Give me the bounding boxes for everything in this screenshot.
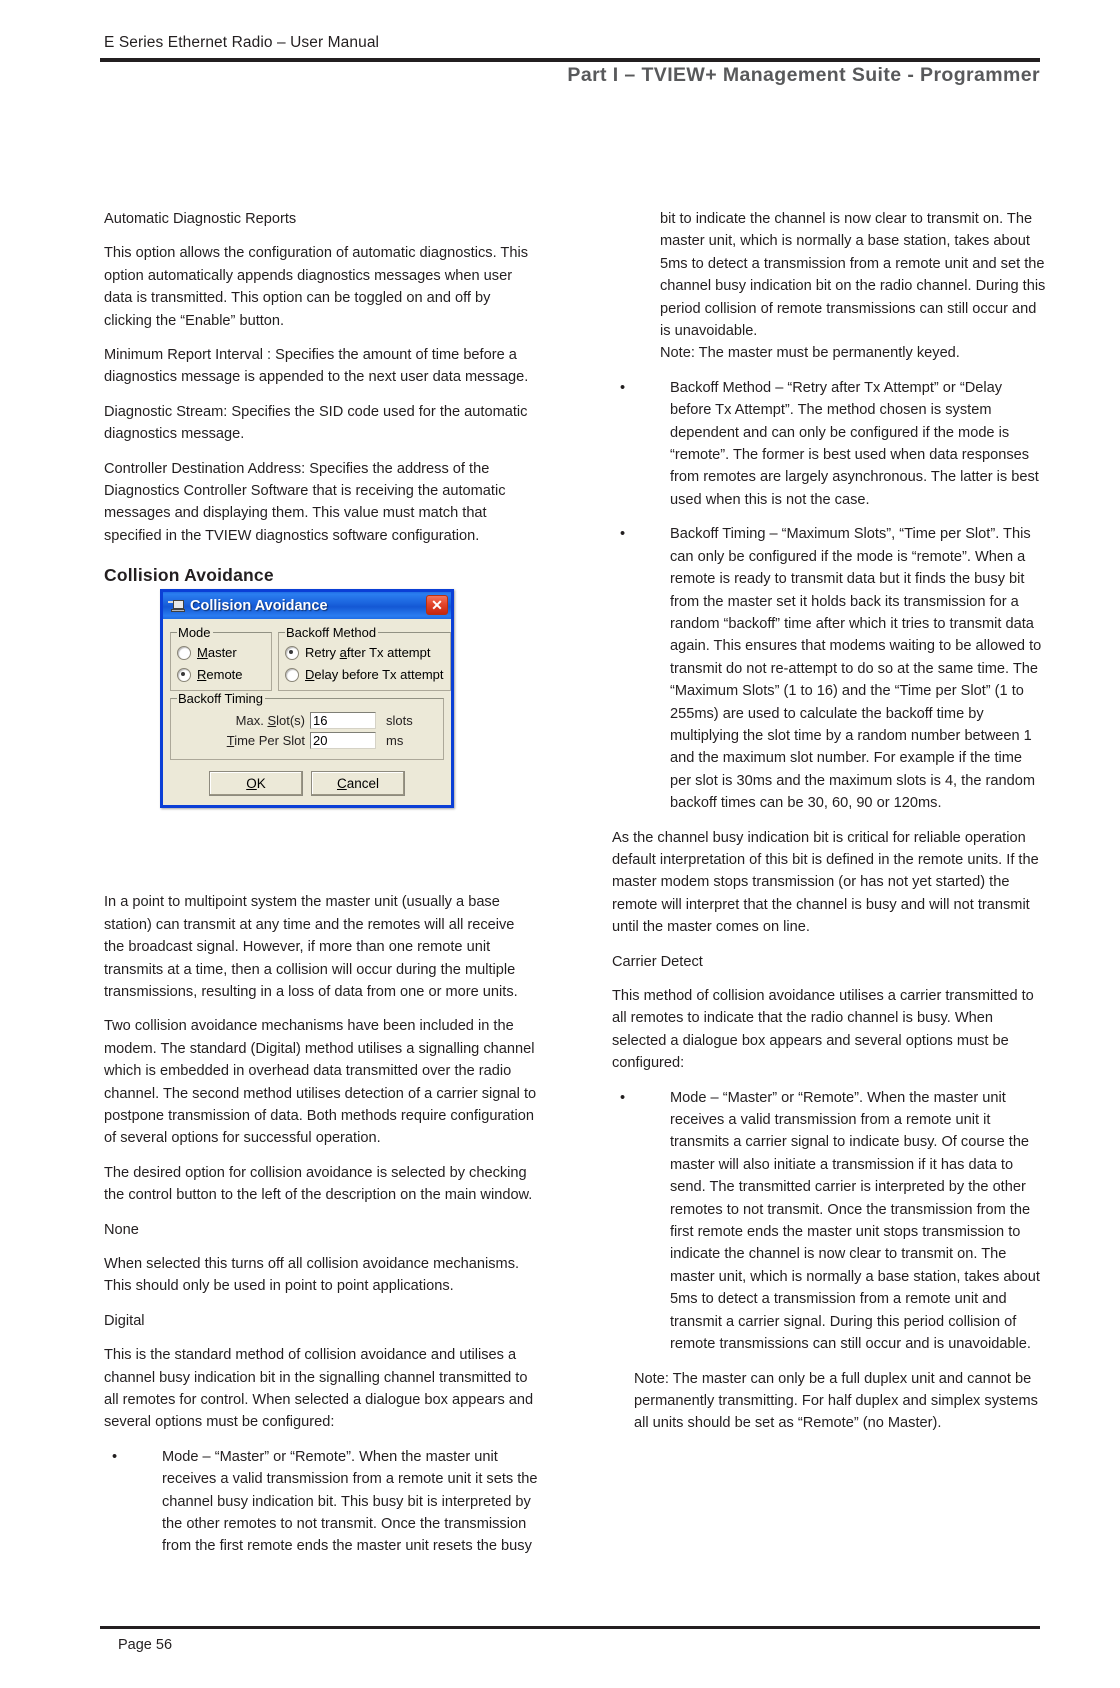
label-pre: Max.: [235, 713, 268, 728]
dialog-titlebar[interactable]: Collision Avoidance ✕: [163, 592, 451, 619]
dialog-top-row: Mode Master Remote Backoff Method Retry …: [170, 625, 451, 691]
radio-mode-remote[interactable]: Remote: [177, 667, 265, 682]
label-rest: ime Per Slot: [234, 733, 305, 748]
backoff-timing-group-label: Backoff Timing: [177, 691, 265, 706]
list-item: • Mode – “Master” or “Remote”. When the …: [104, 1446, 538, 1558]
bullet-list-digital: • Mode – “Master” or “Remote”. When the …: [104, 1446, 538, 1558]
max-slots-input[interactable]: 16: [310, 712, 376, 729]
radio-mode-master-label: Master: [197, 645, 237, 660]
subhead-none: None: [104, 1221, 139, 1238]
mode-group-label: Mode: [178, 625, 211, 640]
accel-char: D: [305, 667, 315, 682]
paragraph-desired-option: The desired option for collision avoidan…: [104, 1164, 533, 1204]
close-icon[interactable]: ✕: [426, 595, 448, 615]
ok-button[interactable]: OK: [209, 771, 303, 796]
paragraph-point-to-multipoint: In a point to multipoint system the mast…: [104, 894, 518, 1000]
paragraph-carrier-detect: This method of collision avoidance utili…: [612, 988, 1034, 1072]
subhead-carrier-detect: Carrier Detect: [612, 953, 703, 970]
label-rest: fter Tx attempt: [346, 645, 431, 660]
accel-char: M: [197, 645, 208, 660]
dialog-body: Mode Master Remote Backoff Method Retry …: [163, 619, 451, 805]
list-item: • Mode – “Master” or “Remote”. When the …: [612, 1087, 1046, 1356]
dialog-button-row: OK Cancel: [170, 771, 444, 796]
time-per-slot-label: Time Per Slot: [177, 733, 310, 748]
paragraph-continued-block: bit to indicate the channel is now clear…: [612, 208, 1046, 365]
document-page: E Series Ethernet Radio – User Manual Pa…: [0, 0, 1120, 1688]
radio-mode-remote-label: Remote: [197, 667, 243, 682]
bullet-icon: •: [112, 1448, 118, 1465]
page-number: Page 56: [118, 1637, 173, 1653]
figure-collision-avoidance-dialog: Collision Avoidance ✕ Mode Master Remote: [160, 589, 454, 808]
label-pre: Retry: [305, 645, 340, 660]
paragraph-digital: This is the standard method of collision…: [104, 1347, 534, 1431]
paragraph-automatic-diagnostics: This option allows the configuration of …: [104, 245, 528, 329]
list-item-text: Mode – “Master” or “Remote”. When the ma…: [670, 1089, 1040, 1353]
time-per-slot-row: Time Per Slot 20 ms: [177, 732, 437, 749]
accel-char: O: [246, 776, 257, 791]
radio-icon-selected[interactable]: [177, 667, 191, 682]
accel-char: a: [339, 645, 347, 660]
label-rest: emote: [206, 667, 243, 682]
application-window-icon: [168, 597, 186, 615]
bullet-icon: •: [620, 526, 626, 543]
bullet-list-carrier: • Mode – “Master” or “Remote”. When the …: [612, 1087, 1046, 1356]
label-rest: K: [256, 776, 266, 791]
max-slots-unit: slots: [386, 713, 413, 728]
label-pre: Backoff Timin: [178, 691, 256, 706]
subhead-digital: Digital: [104, 1312, 145, 1329]
accel-char: R: [197, 667, 207, 682]
accel-char: S: [267, 713, 277, 728]
backoff-timing-group: Backoff Timing Max. Slot(s) 16 slots Tim…: [170, 691, 444, 760]
right-column: bit to indicate the channel is now clear…: [612, 208, 1046, 1447]
radio-delay-before-tx-label: Delay before Tx attempt: [305, 667, 444, 682]
paragraph-controller-destination-address: Controller Destination Address: Specifie…: [104, 460, 506, 544]
footer-rule: [100, 1626, 1040, 1629]
part-title: Part I – TVIEW+ Management Suite - Progr…: [567, 64, 1040, 86]
subhead-automatic-diagnostic-reports: Automatic Diagnostic Reports: [104, 211, 297, 227]
running-head: E Series Ethernet Radio – User Manual: [104, 34, 380, 51]
list-item-text: Backoff Method – “Retry after Tx Attempt…: [670, 379, 1039, 508]
paragraph-channel-busy-critical: As the channel busy indication bit is cr…: [612, 829, 1039, 936]
list-item-text: Backoff Timing – “Maximum Slots”, “Time …: [670, 526, 1042, 812]
list-item: • Backoff Method – “Retry after Tx Attem…: [612, 377, 1046, 511]
radio-delay-before-tx[interactable]: Delay before Tx attempt: [285, 667, 444, 682]
label-rest: aster: [207, 645, 237, 660]
radio-icon-unselected[interactable]: [177, 645, 191, 660]
radio-icon-unselected[interactable]: [285, 667, 299, 682]
accel-char: g: [255, 691, 264, 706]
list-item: • Backoff Timing – “Maximum Slots”, “Tim…: [612, 523, 1046, 814]
radio-retry-after-tx[interactable]: Retry after Tx attempt: [285, 645, 444, 660]
radio-mode-master[interactable]: Master: [177, 645, 265, 660]
paragraph-none: When selected this turns off all collisi…: [104, 1255, 520, 1295]
label-rest: lot(s): [276, 713, 305, 728]
paragraph-note-duplex: Note: The master can only be a full dupl…: [634, 1370, 1038, 1432]
mode-group: Mode Master Remote: [170, 625, 272, 691]
max-slots-label: Max. Slot(s): [177, 713, 310, 728]
label-rest: ancel: [346, 776, 380, 791]
label-rest: elay before Tx attempt: [314, 667, 444, 682]
radio-retry-after-tx-label: Retry after Tx attempt: [305, 645, 430, 660]
paragraph-diagnostic-stream: Diagnostic Stream: Specifies the SID cod…: [104, 403, 528, 443]
backoff-method-group: Backoff Method Retry after Tx attempt De…: [278, 625, 451, 691]
list-item-text: Mode – “Master” or “Remote”. When the ma…: [162, 1448, 538, 1555]
time-per-slot-unit: ms: [386, 733, 404, 748]
radio-icon-selected[interactable]: [285, 645, 299, 660]
cancel-button[interactable]: Cancel: [311, 771, 405, 796]
header-rule: [100, 58, 1040, 62]
bullet-icon: •: [620, 379, 626, 396]
collision-avoidance-dialog: Collision Avoidance ✕ Mode Master Remote: [160, 589, 454, 808]
max-slots-row: Max. Slot(s) 16 slots: [177, 712, 437, 729]
backoff-method-group-label: Backoff Method: [286, 625, 377, 640]
accel-char: C: [336, 776, 347, 791]
time-per-slot-input[interactable]: 20: [310, 732, 376, 749]
bullet-icon: •: [620, 1089, 626, 1106]
paragraph-note-permanently-keyed: Note: The master must be permanently key…: [660, 345, 960, 362]
heading-collision-avoidance: Collision Avoidance: [104, 565, 274, 586]
bullet-list-backoff: • Backoff Method – “Retry after Tx Attem…: [612, 377, 1046, 815]
left-column: Automatic Diagnostic Reports This option…: [104, 208, 538, 1570]
paragraph-minimum-report-interval: Minimum Report Interval : Specifies the …: [104, 347, 529, 386]
dialog-title: Collision Avoidance: [190, 597, 328, 614]
paragraph-continued: bit to indicate the channel is now clear…: [660, 211, 1046, 340]
paragraph-two-mechanisms: Two collision avoidance mechanisms have …: [104, 1018, 537, 1147]
